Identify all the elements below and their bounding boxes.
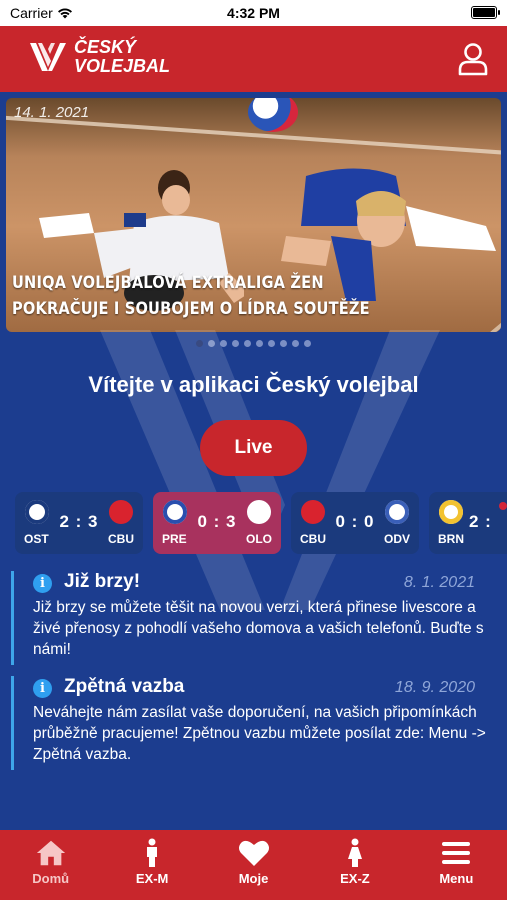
home-icon xyxy=(36,840,65,866)
match-card[interactable]: 0 : 0 CBU ODV xyxy=(291,492,419,554)
tab-moje[interactable]: Moje xyxy=(203,830,304,900)
woman-icon xyxy=(347,838,362,867)
tab-label: Menu xyxy=(439,871,474,886)
news-title: Zpětná vazba xyxy=(64,676,185,697)
hamburger-icon xyxy=(442,842,471,864)
tab-ex-m[interactable]: EX-M xyxy=(101,830,202,900)
news-date: 18. 9. 2020 xyxy=(394,679,475,696)
live-indicator xyxy=(499,502,507,510)
news-date: 8. 1. 2021 xyxy=(403,574,475,591)
home-team-code: OST xyxy=(24,532,49,546)
status-bar: Carrier 4:32 PM xyxy=(0,0,507,26)
volleyball-image xyxy=(248,98,298,132)
heart-icon xyxy=(238,840,269,866)
away-team-code: OLO xyxy=(246,532,272,546)
bottom-tab-bar: Domů EX-M Moje EX-Z Menu xyxy=(0,830,507,900)
home-team-code: BRN xyxy=(438,532,464,546)
welcome-title: Vítejte v aplikaci Český volejbal xyxy=(88,372,419,397)
home-team-code: PRE xyxy=(162,532,187,546)
app-header: ČESKÝ VOLEJBAL xyxy=(0,26,507,92)
logo-line-1: ČESKÝ xyxy=(74,37,137,57)
home-team-code: CBU xyxy=(300,532,326,546)
news-body: Neváhejte nám zasílat vaše doporučení, n… xyxy=(33,704,486,763)
battery-icon xyxy=(471,6,500,19)
hero-date: 14. 1. 2021 xyxy=(14,104,90,121)
live-matches-scroller[interactable]: 2 : 3 OST CBU 0 : 3 PRE OLO 0 : 0 CBU OD… xyxy=(15,492,507,555)
news-item[interactable]: i Zpětná vazba 18. 9. 2020 Neváhejte nám… xyxy=(11,676,495,770)
tab-home[interactable]: Domů xyxy=(0,830,101,900)
hero-news-card[interactable]: 14. 1. 2021 UNIQA VOLEJBALOVÁ EXTRALIGA … xyxy=(6,98,501,332)
team-logo-icon xyxy=(439,500,463,524)
away-team-code: CBU xyxy=(108,532,134,546)
away-team-code: ODV xyxy=(383,532,410,546)
match-card[interactable]: 2 : BRN xyxy=(429,492,507,554)
team-logo-icon xyxy=(385,500,409,524)
hero-headline: UNIQA VOLEJBALOVÁ EXTRALIGA ŽEN POKRAČUJ… xyxy=(12,273,370,319)
tab-label: Domů xyxy=(32,871,70,886)
info-icon: i xyxy=(33,679,52,698)
clock: 4:32 PM xyxy=(227,5,280,21)
live-button[interactable]: Live xyxy=(200,420,307,476)
match-card[interactable]: 0 : 3 PRE OLO xyxy=(153,492,281,554)
team-logo-icon xyxy=(109,500,133,524)
news-item[interactable]: i Již brzy! 8. 1. 2021 Již brzy se můžet… xyxy=(11,571,495,665)
match-card[interactable]: 2 : 3 OST CBU xyxy=(15,492,143,554)
news-body: Již brzy se můžete těšit na novou verzi,… xyxy=(33,599,484,658)
volleyball-v-logo-icon xyxy=(30,43,66,71)
match-score: 2 : xyxy=(469,512,492,531)
man-icon xyxy=(147,838,158,867)
tab-label: EX-M xyxy=(135,871,169,886)
tab-menu[interactable]: Menu xyxy=(406,830,507,900)
tab-label: EX-Z xyxy=(340,871,370,886)
user-profile-icon[interactable] xyxy=(457,42,489,76)
tab-label: Moje xyxy=(238,871,269,886)
logo-text: ČESKÝ VOLEJBAL xyxy=(74,38,170,76)
tab-ex-z[interactable]: EX-Z xyxy=(304,830,405,900)
logo-line-2: VOLEJBAL xyxy=(74,56,171,76)
info-icon: i xyxy=(33,574,52,593)
app-logo[interactable]: ČESKÝ VOLEJBAL xyxy=(28,38,170,76)
news-title: Již brzy! xyxy=(64,571,141,592)
team-logo-icon xyxy=(247,500,271,524)
